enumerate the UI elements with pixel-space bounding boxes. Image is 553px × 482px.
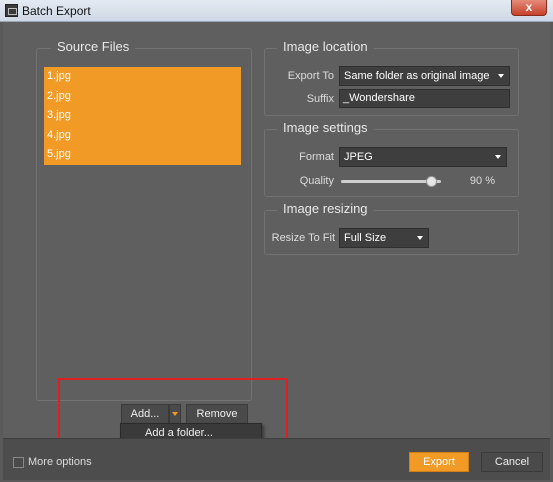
footer-bar: More options Export Cancel — [3, 438, 550, 480]
dialog-content: Source Files 1.jpg 2.jpg 3.jpg 4.jpg 5.j… — [3, 22, 550, 444]
list-item[interactable]: 2.jpg — [44, 86, 241, 107]
suffix-input[interactable]: _Wondershare — [339, 89, 510, 108]
resize-to-fit-label: Resize To Fit — [271, 232, 335, 244]
chevron-down-icon — [498, 74, 504, 78]
list-item[interactable]: 4.jpg — [44, 125, 241, 146]
quality-value: 90 % — [469, 175, 495, 187]
list-item[interactable]: 1.jpg — [44, 67, 241, 87]
close-button[interactable]: x — [511, 0, 547, 16]
image-settings-title: Image settings — [277, 120, 374, 135]
window-title: Batch Export — [22, 4, 91, 18]
list-item[interactable]: 5.jpg — [44, 145, 241, 165]
format-select[interactable]: JPEG — [339, 147, 507, 167]
resize-to-fit-select[interactable]: Full Size — [339, 228, 429, 248]
suffix-label: Suffix — [306, 93, 334, 105]
chevron-down-icon — [417, 236, 423, 240]
resize-value: Full Size — [344, 232, 387, 244]
export-button[interactable]: Export — [409, 452, 469, 472]
format-label: Format — [299, 151, 334, 163]
image-location-group: Image location Export To Same folder as … — [264, 39, 519, 116]
app-icon — [5, 4, 18, 17]
image-settings-group: Image settings Format JPEG Quality 90 % — [264, 120, 519, 197]
source-files-title: Source Files — [51, 39, 136, 54]
file-list[interactable]: 1.jpg 2.jpg 3.jpg 4.jpg 5.jpg — [44, 67, 241, 165]
export-to-label: Export To — [287, 70, 334, 82]
export-to-value: Same folder as original image — [344, 70, 490, 82]
quality-slider-handle[interactable] — [425, 176, 437, 187]
source-files-group: Source Files 1.jpg 2.jpg 3.jpg 4.jpg 5.j… — [36, 39, 252, 401]
cancel-button[interactable]: Cancel — [481, 452, 543, 472]
quality-label: Quality — [299, 175, 334, 187]
image-resizing-group: Image resizing Resize To Fit Full Size — [264, 201, 519, 255]
export-to-select[interactable]: Same folder as original image — [339, 66, 510, 86]
image-resizing-title: Image resizing — [277, 201, 374, 216]
more-options-checkbox[interactable] — [13, 457, 24, 468]
image-location-title: Image location — [277, 39, 374, 54]
title-bar: Batch Export x — [0, 0, 553, 22]
format-value: JPEG — [344, 151, 373, 163]
chevron-down-icon — [495, 155, 501, 159]
more-options-label[interactable]: More options — [28, 456, 92, 468]
list-item[interactable]: 3.jpg — [44, 106, 241, 126]
